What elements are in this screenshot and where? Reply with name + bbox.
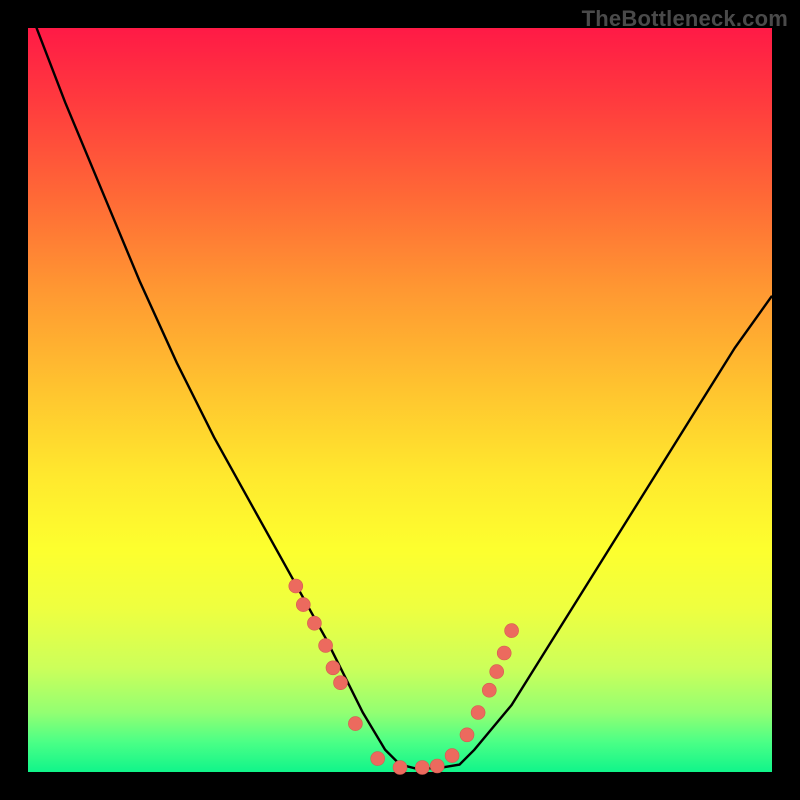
data-point [415,761,429,775]
watermark-text: TheBottleneck.com [582,6,788,32]
data-points-group [289,579,519,775]
data-point [334,676,348,690]
data-point [289,579,303,593]
data-point [505,624,519,638]
data-point [460,728,474,742]
data-point [307,616,321,630]
bottleneck-curve [28,6,772,769]
data-point [490,665,504,679]
data-point [393,761,407,775]
data-point [497,646,511,660]
data-point [471,706,485,720]
data-point [430,759,444,773]
data-point [348,717,362,731]
data-point [482,683,496,697]
data-point [445,749,459,763]
data-point [326,661,340,675]
chart-frame: TheBottleneck.com [0,0,800,800]
chart-svg [28,28,772,772]
plot-area [28,28,772,772]
data-point [319,639,333,653]
data-point [296,598,310,612]
data-point [371,752,385,766]
